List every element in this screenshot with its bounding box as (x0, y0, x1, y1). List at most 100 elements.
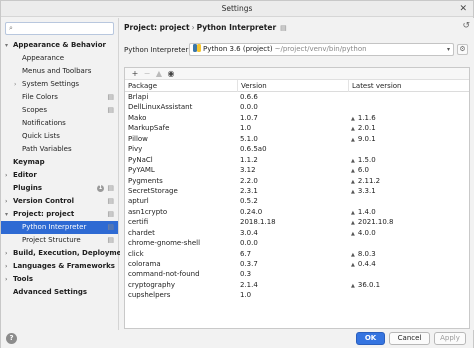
dialog-footer: ? OK Cancel Apply (1, 330, 473, 348)
sidebar-item-label: Languages & Frameworks (13, 262, 115, 270)
sidebar-item[interactable]: › Version Control ▤ (1, 195, 118, 208)
table-row[interactable]: certifi 2018.1.18 ▲ 2021.10.8 (125, 217, 469, 227)
table-row[interactable]: PyNaCl 1.1.2 ▲ 1.5.0 (125, 155, 469, 165)
latest-version-value: 0.4.4 (357, 260, 376, 268)
sidebar-item[interactable]: › Build, Execution, Deployment (1, 247, 130, 260)
table-header: Package Version Latest version (125, 80, 469, 92)
upgrade-available-icon: ▲ (351, 115, 355, 122)
table-row[interactable]: Pivy 0.6.5a0 (125, 144, 469, 154)
breadcrumb-project[interactable]: Project: project (124, 23, 190, 32)
sidebar-item[interactable]: Project Structure ▤ (1, 234, 118, 247)
packages-toolbar: + − ▲ ◉ (125, 68, 469, 80)
chevron-right-icon[interactable]: › (5, 195, 7, 208)
sidebar-item-label: Editor (13, 171, 37, 179)
table-row[interactable]: click 6.7 ▲ 8.0.3 (125, 249, 469, 259)
sidebar-item[interactable]: Appearance (1, 52, 118, 65)
add-package-icon[interactable]: + (129, 68, 141, 80)
table-row[interactable]: DellLinuxAssistant 0.0.0 (125, 102, 469, 112)
chevron-down-icon[interactable]: ▾ (5, 208, 8, 221)
version-cell: 2.3.1 (240, 186, 258, 195)
sidebar-item[interactable]: Advanced Settings (1, 286, 118, 299)
upgrade-package-icon[interactable]: ▲ (153, 68, 165, 80)
sidebar-item[interactable]: Scopes ▤ (1, 104, 118, 117)
sidebar-item[interactable]: Menus and Toolbars (1, 65, 118, 78)
table-row[interactable]: Mako 1.0.7 ▲ 1.1.6 (125, 113, 469, 123)
sidebar-item-label: Version Control (13, 197, 74, 205)
ok-button[interactable]: OK (356, 332, 385, 345)
sidebar-item[interactable]: Keymap (1, 156, 118, 169)
interpreter-value: Python 3.6 (project) (203, 45, 273, 53)
table-row[interactable]: apturl 0.5.2 (125, 196, 469, 206)
interpreter-settings-gear-icon[interactable]: ⚙ (457, 44, 468, 55)
project-scope-icon: ▤ (280, 24, 287, 32)
sidebar-item[interactable]: Plugins 1 ▤ (1, 182, 118, 195)
table-row[interactable]: SecretStorage 2.3.1 ▲ 3.3.1 (125, 186, 469, 196)
sidebar-item[interactable]: ▾ Project: project ▤ (1, 208, 118, 221)
sidebar-item[interactable]: › Tools (1, 273, 118, 286)
version-cell: 1.0 (240, 291, 252, 300)
chevron-right-icon[interactable]: › (5, 273, 7, 286)
table-row[interactable]: colorama 0.3.7 ▲ 0.4.4 (125, 259, 469, 269)
sidebar-item[interactable]: File Colors ▤ (1, 91, 118, 104)
chevron-down-icon[interactable]: ▾ (5, 39, 8, 52)
apply-button[interactable]: Apply (434, 332, 466, 345)
sidebar-item-label: Appearance (22, 54, 65, 62)
chevron-right-icon[interactable]: › (5, 247, 7, 260)
sidebar-item[interactable]: › Editor (1, 169, 118, 182)
sidebar-item[interactable]: Quick Lists (1, 130, 118, 143)
package-name-cell: DellLinuxAssistant (128, 103, 193, 112)
search-input[interactable]: ⌕ (5, 22, 114, 35)
upgrade-available-icon: ▲ (351, 168, 355, 175)
sidebar-item[interactable]: Path Variables (1, 143, 118, 156)
package-name-cell: cupshelpers (128, 291, 171, 300)
table-row[interactable]: chardet 3.0.4 ▲ 4.0.0 (125, 228, 469, 238)
chevron-right-icon[interactable]: › (14, 78, 16, 91)
table-row[interactable]: PyYAML 3.12 ▲ 6.0 (125, 165, 469, 175)
package-name-cell: PyNaCl (128, 155, 153, 164)
help-icon[interactable]: ? (6, 333, 17, 344)
remove-package-icon[interactable]: − (141, 68, 153, 80)
version-cell: 1.1.2 (240, 155, 258, 164)
sidebar-item[interactable]: Notifications (1, 117, 118, 130)
settings-sidebar: ⌕ ▾ Appearance & Behavior Appearance Menus … (1, 18, 130, 330)
sidebar-item[interactable]: › System Settings (1, 78, 118, 91)
sidebar-item[interactable]: ▾ Appearance & Behavior (1, 39, 118, 52)
version-cell: 0.5.2 (240, 197, 258, 206)
sidebar-item-label: Scopes (22, 106, 47, 114)
interpreter-label: Python Interpreter: (124, 46, 191, 54)
chevron-right-icon[interactable]: › (5, 169, 7, 182)
sidebar-item-label: Keymap (13, 158, 45, 166)
sidebar-item[interactable]: Python Interpreter ▤ (1, 221, 118, 234)
upgrade-available-icon: ▲ (351, 282, 355, 289)
table-row[interactable]: MarkupSafe 1.0 ▲ 2.0.1 (125, 123, 469, 133)
settings-tree: ▾ Appearance & Behavior Appearance Menus an… (1, 39, 130, 299)
upgrade-available-icon: ▲ (351, 230, 355, 237)
table-row[interactable]: Pillow 5.1.0 ▲ 9.0.1 (125, 134, 469, 144)
table-row[interactable]: chrome-gnome-shell 0.0.0 (125, 238, 469, 248)
column-header-package[interactable]: Package (125, 80, 157, 92)
interpreter-select[interactable]: Python 3.6 (project) ~/project/venv/bin/p… (189, 43, 454, 56)
latest-version-value: 2021.10.8 (357, 218, 394, 227)
reset-icon[interactable]: ↺ (462, 21, 470, 31)
package-name-cell: asn1crypto (128, 207, 168, 216)
version-cell: 0.3.7 (240, 260, 258, 268)
table-row[interactable]: cupshelpers 1.0 (125, 290, 469, 300)
column-header-version[interactable]: Version (237, 80, 267, 92)
breadcrumb-separator: › (191, 23, 195, 32)
breadcrumb-page: Python Interpreter (196, 23, 277, 32)
latest-version-value: 1.5.0 (357, 155, 376, 164)
table-row[interactable]: Brlapi 0.6.6 (125, 92, 469, 102)
column-header-latest-version[interactable]: Latest version (348, 80, 402, 92)
upgrade-available-icon: ▲ (351, 251, 355, 258)
show-early-releases-icon[interactable]: ◉ (165, 68, 177, 80)
table-row[interactable]: cryptography 2.1.4 ▲ 36.0.1 (125, 280, 469, 290)
sidebar-item[interactable]: › Languages & Frameworks (1, 260, 118, 273)
close-icon[interactable]: ✕ (459, 1, 467, 17)
table-row[interactable]: command-not-found 0.3 (125, 269, 469, 279)
cancel-button[interactable]: Cancel (389, 332, 430, 345)
table-row[interactable]: Pygments 2.2.0 ▲ 2.11.2 (125, 176, 469, 186)
project-scope-icon: ▤ (107, 184, 114, 192)
package-name-cell: colorama (128, 260, 161, 268)
table-row[interactable]: asn1crypto 0.24.0 ▲ 1.4.0 (125, 207, 469, 217)
chevron-right-icon[interactable]: › (5, 260, 7, 273)
